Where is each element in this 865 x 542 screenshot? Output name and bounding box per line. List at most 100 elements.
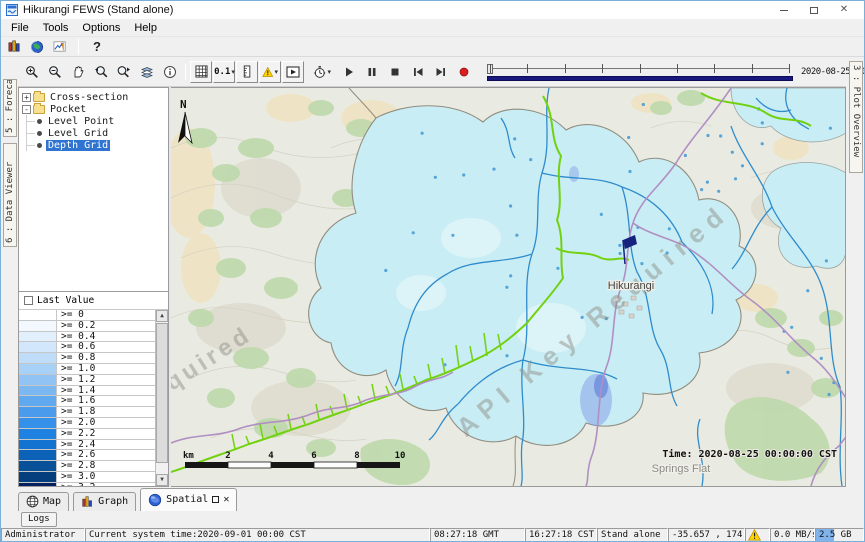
legend-color-swatch — [19, 461, 57, 471]
point-size-dropdown[interactable]: 0.1 ▾ — [213, 61, 235, 83]
scroll-up-icon[interactable]: ▲ — [156, 310, 168, 322]
timeline-tick — [789, 64, 790, 73]
scroll-down-icon[interactable]: ▼ — [156, 474, 168, 486]
tree-item-level-grid[interactable]: Level Grid — [19, 127, 168, 139]
help-button[interactable]: ? — [89, 39, 105, 54]
legend-class-label: >= 1.8 — [57, 407, 99, 417]
legend-row[interactable]: >= 0.2 — [19, 321, 168, 332]
minimize-button[interactable] — [769, 2, 799, 18]
tree-item-level-point[interactable]: Level Point — [19, 115, 168, 127]
tab-graph-label: Graph — [98, 496, 128, 507]
legend-class-label: >= 0.2 — [57, 321, 99, 331]
menu-help[interactable]: Help — [127, 21, 164, 35]
tab-close-icon[interactable]: ✕ — [223, 496, 229, 504]
close-icon: ✕ — [840, 5, 848, 15]
map-globe-icon[interactable] — [29, 39, 45, 55]
main-toolbar: ? — [1, 37, 864, 57]
zoom-previous-icon[interactable] — [90, 61, 112, 83]
tree-item-label: Level Point — [46, 116, 116, 127]
status-cell: 08:27:18 GMT — [430, 528, 525, 542]
menu-tools[interactable]: Tools — [36, 21, 76, 35]
tree-guide-line — [26, 139, 35, 151]
tab-forecast[interactable]: 5 : Forecast — [3, 79, 17, 137]
timer-icon[interactable]: ▾ — [311, 61, 333, 83]
legend-color-swatch — [19, 375, 57, 385]
menu-bar: FileToolsOptionsHelp — [1, 19, 864, 37]
data-viewer-panel: +Cross-section - PocketLevel PointLevel Gr… — [18, 87, 169, 487]
tree-item-cross-section[interactable]: +Cross-section — [19, 91, 168, 103]
last-value-label: Last Value — [37, 295, 94, 306]
maximize-button[interactable] — [799, 2, 829, 18]
scale-tick-label: 6 — [311, 451, 316, 461]
legend-header: Last Value — [19, 292, 168, 310]
spatial-display-icon[interactable] — [52, 39, 68, 55]
logs-tab[interactable]: Logs — [21, 512, 57, 527]
legend-row[interactable]: >= 2.2 — [19, 429, 168, 440]
legend-color-swatch — [19, 440, 57, 450]
legend-color-swatch — [19, 450, 57, 460]
animation-button[interactable] — [282, 61, 304, 83]
tab-spatial[interactable]: Spatial ✕ — [140, 488, 237, 511]
tree-item-label: Depth Grid — [46, 140, 110, 151]
tab-maximize-icon[interactable] — [212, 496, 219, 503]
longitudinal-profile-button[interactable] — [236, 61, 258, 83]
last-value-checkbox[interactable] — [24, 296, 33, 305]
stop-icon[interactable] — [384, 61, 406, 83]
step-forward-icon[interactable] — [430, 61, 452, 83]
status-cell: 0.0 MB/s — [770, 528, 815, 542]
status-cell: Current system time:2020-09-01 00:00 CST — [85, 528, 430, 542]
scale-unit-label: km — [183, 451, 194, 461]
tree-item-pocket[interactable]: - Pocket — [19, 103, 168, 115]
tab-data-viewer[interactable]: 6 : Data Viewer — [3, 143, 17, 247]
timeline-tick — [677, 64, 678, 73]
legend-scrollbar[interactable]: ▲ ▼ — [155, 310, 168, 486]
record-icon[interactable] — [453, 61, 475, 83]
zoom-out-icon[interactable] — [44, 61, 66, 83]
warning-icon — [748, 529, 761, 541]
timeline-tick — [527, 64, 528, 73]
tree-item-label: Pocket — [48, 104, 88, 115]
toolbar-separator — [78, 39, 79, 55]
app-icon — [6, 4, 18, 16]
zoom-in-icon[interactable] — [21, 61, 43, 83]
pan-icon[interactable] — [67, 61, 89, 83]
scrollbar-thumb[interactable] — [156, 323, 168, 463]
chevron-down-icon: ▾ — [274, 68, 278, 76]
legend-row[interactable]: >= 1.2 — [19, 375, 168, 386]
grid-display-button[interactable] — [190, 61, 212, 83]
legend-row[interactable]: >= 3.2 — [19, 483, 168, 486]
map-viewport[interactable]: API Key Required API Key Required N km — [171, 87, 846, 487]
close-button[interactable]: ✕ — [829, 2, 859, 18]
legend-color-swatch — [19, 342, 57, 352]
play-icon[interactable] — [338, 61, 360, 83]
menu-options[interactable]: Options — [75, 21, 127, 35]
menu-file[interactable]: File — [4, 21, 36, 35]
timeline-slider[interactable] — [486, 62, 794, 82]
tab-graph[interactable]: Graph — [73, 492, 136, 511]
window-title: Hikurangi FEWS (Stand alone) — [23, 4, 173, 16]
info-icon[interactable] — [159, 61, 181, 83]
legend-color-swatch — [19, 483, 57, 486]
tree-toggle-icon[interactable]: - — [22, 105, 31, 114]
place-label-springs-flat: Springs Flat — [652, 463, 711, 475]
explorer-icon[interactable] — [6, 39, 22, 55]
legend-class-label: >= 3.0 — [57, 472, 99, 482]
legend-color-swatch — [19, 407, 57, 417]
step-back-icon[interactable] — [407, 61, 429, 83]
legend-color-swatch — [19, 386, 57, 396]
tree-toggle-icon[interactable]: + — [22, 93, 31, 102]
folder-icon — [33, 105, 45, 114]
tree-item-depth-grid[interactable]: Depth Grid — [19, 139, 168, 151]
tab-plot-overview[interactable]: 3 : Plot Overview — [849, 61, 863, 173]
layers-icon[interactable] — [136, 61, 158, 83]
tab-map[interactable]: Map — [18, 492, 69, 511]
timeline-tick — [565, 64, 566, 73]
maximize-icon — [810, 7, 818, 14]
status-warning-icon — [745, 528, 770, 542]
timeline-range-bar — [487, 76, 793, 81]
pause-icon[interactable] — [361, 61, 383, 83]
display-tabs: Map Graph Spatial ✕ — [1, 487, 864, 511]
zoom-next-icon[interactable] — [113, 61, 135, 83]
legend-class-label: >= 0.6 — [57, 342, 99, 352]
thresholds-dropdown[interactable]: ▾ — [259, 61, 281, 83]
